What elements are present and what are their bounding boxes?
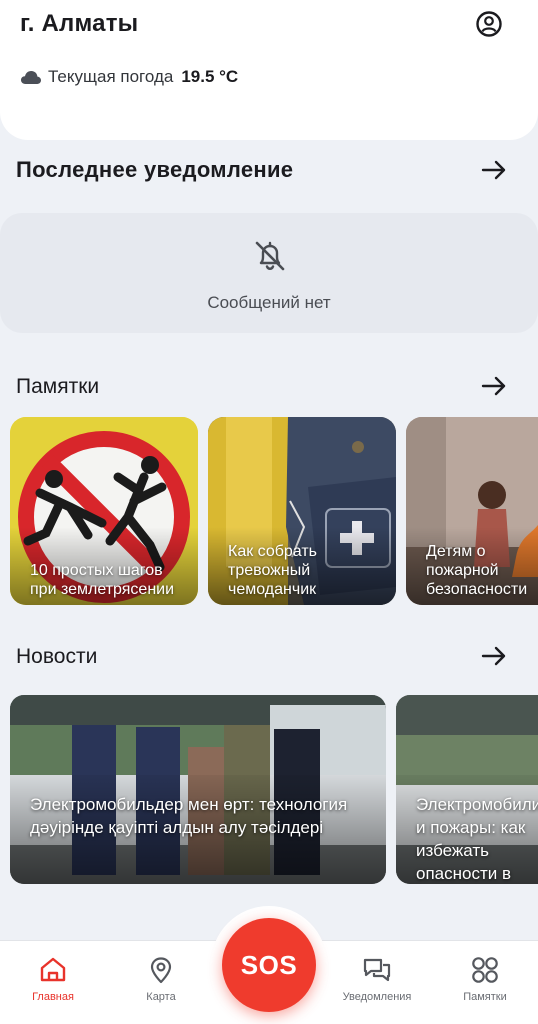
news-card-label: Электромобили и пожары: как избежать опа… bbox=[416, 795, 538, 883]
last-notification-title: Последнее уведомление bbox=[16, 157, 294, 182]
tab-map[interactable]: Карта bbox=[116, 955, 206, 1003]
news-card-label: Электромобильдер мен өрт: технология дәу… bbox=[30, 795, 348, 837]
header-card: г. Алматы Текущая погода 19.5 °C bbox=[0, 0, 538, 140]
tip-card-kit[interactable]: Как собрать тревожный чемоданчик bbox=[208, 417, 396, 605]
tip-card-label: Как собрать тревожный чемоданчик bbox=[228, 543, 318, 598]
weather-label: Текущая погода bbox=[48, 67, 174, 86]
tab-home-label: Главная bbox=[32, 991, 74, 1003]
profile-icon[interactable] bbox=[475, 10, 503, 38]
news-section-title: Новости bbox=[16, 645, 98, 668]
map-pin-icon bbox=[150, 957, 172, 984]
news-card-ev-kz[interactable]: Электромобильдер мен өрт: технология дәу… bbox=[10, 695, 386, 884]
tips-arrow-right-icon[interactable] bbox=[480, 374, 508, 398]
news-photo bbox=[10, 695, 386, 884]
tab-tips[interactable]: Памятки bbox=[440, 955, 530, 1003]
tab-map-label: Карта bbox=[146, 991, 176, 1003]
grid-icon bbox=[472, 957, 498, 983]
arrow-right-icon[interactable] bbox=[480, 158, 508, 182]
bell-off-icon bbox=[255, 241, 285, 271]
tab-tips-label: Памятки bbox=[463, 991, 507, 1003]
city-title[interactable]: г. Алматы bbox=[20, 10, 138, 38]
tip-card-earthquake[interactable]: 10 простых шагов при землетрясении bbox=[10, 417, 198, 605]
tab-notifications[interactable]: Уведомления bbox=[332, 955, 422, 1003]
sos-button[interactable]: SOS bbox=[222, 918, 316, 1012]
tip-card-label: 10 простых шагов при землетрясении bbox=[30, 562, 175, 598]
weather-temperature: 19.5 °C bbox=[181, 67, 239, 86]
weather-row: Текущая погода 19.5 °C bbox=[20, 66, 238, 88]
home-icon bbox=[40, 957, 66, 982]
tab-notifications-label: Уведомления bbox=[342, 991, 412, 1003]
tip-card-label: Детям о пожарной безопасности bbox=[426, 543, 528, 598]
notification-empty-card: Сообщений нет bbox=[0, 213, 538, 333]
no-messages-text: Сообщений нет bbox=[207, 293, 331, 312]
chat-bubbles-icon bbox=[363, 958, 391, 982]
tips-section-title: Памятки bbox=[16, 375, 100, 398]
news-card-ev-ru[interactable]: Электромобили и пожары: как избежать опа… bbox=[396, 695, 538, 884]
tip-card-children[interactable]: Детям о пожарной безопасности bbox=[406, 417, 538, 605]
tab-home[interactable]: Главная bbox=[8, 955, 98, 1003]
cloud-icon bbox=[21, 71, 41, 84]
news-arrow-right-icon[interactable] bbox=[480, 644, 508, 668]
